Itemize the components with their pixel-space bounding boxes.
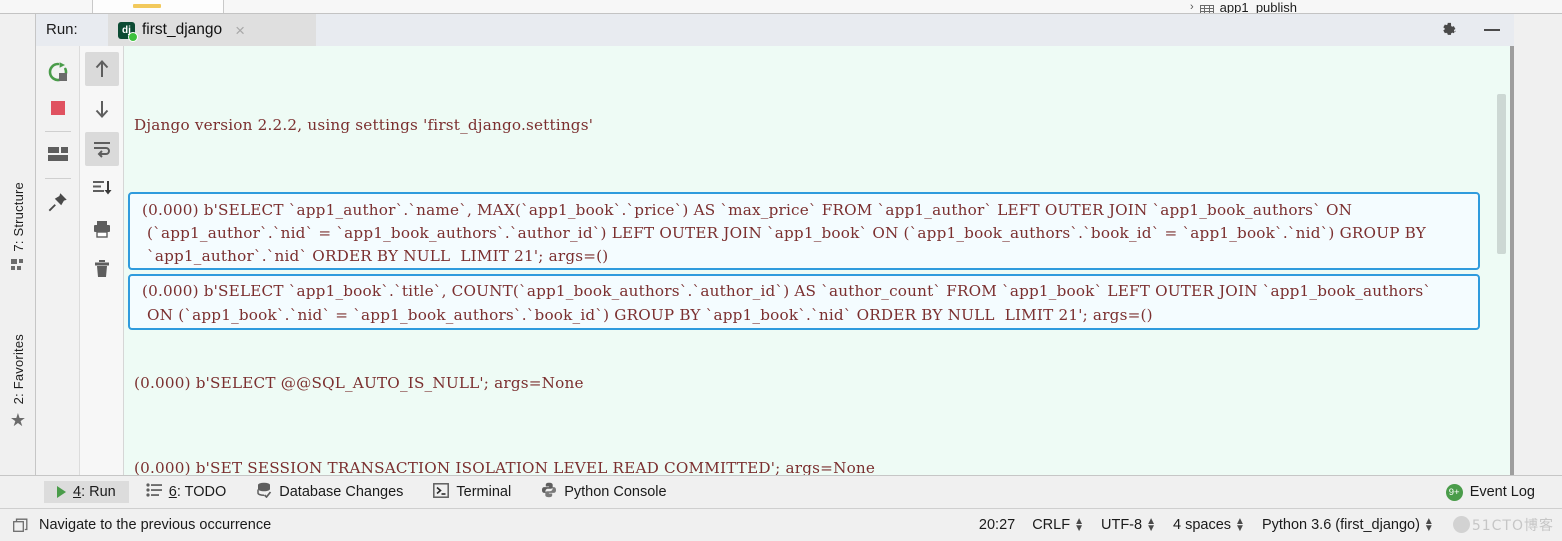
run-tab-label: first_django: [142, 21, 223, 38]
line-separator-selector[interactable]: CRLF ▲ ▼: [1032, 516, 1084, 534]
tab-run-number: 4: [73, 484, 82, 500]
event-log-badge: 9+: [1445, 483, 1463, 501]
chevron-updown-icon: ▲ ▼: [1235, 516, 1245, 534]
layout-grid-icon[interactable]: [40, 137, 76, 173]
watermark: 51CTO博客: [1451, 515, 1554, 535]
console-line: Django version 2.2.2, using settings 'fi…: [134, 116, 594, 135]
run-tool-window-header: Run: dj first_django ×: [36, 14, 1514, 46]
left-tool-window-bar: 7: Structure 2: Favorites ★: [0, 14, 36, 475]
indent-value: 4 spaces: [1172, 517, 1232, 533]
run-configuration-tab[interactable]: dj first_django ×: [108, 14, 316, 46]
sql-line: `app1_author`.`nid` ORDER BY NULL LIMIT …: [142, 247, 609, 265]
pin-icon[interactable]: [40, 184, 76, 220]
star-icon: ★: [9, 410, 27, 431]
favorites-label: 2: Favorites: [10, 334, 26, 405]
scroll-to-end-icon[interactable]: [85, 172, 119, 206]
sidebar-item-favorites[interactable]: 2: Favorites ★: [0, 334, 36, 429]
interpreter-value: Python 3.6 (first_django): [1261, 517, 1420, 533]
sidebar-item-structure[interactable]: 7: Structure: [0, 182, 36, 272]
sql-highlight-box-1[interactable]: (0.000) b'SELECT `app1_author`.`name`, M…: [128, 192, 1480, 270]
status-message: Navigate to the previous occurrence: [39, 517, 272, 533]
breadcrumb-label: app1_publish: [1219, 0, 1298, 14]
event-log-label: Event Log: [1469, 484, 1535, 500]
line-separator-value: CRLF: [1032, 517, 1071, 533]
structure-label: 7: Structure: [10, 182, 26, 252]
tab-run[interactable]: 4: Run: [44, 481, 129, 503]
encoding-selector[interactable]: UTF-8 ▲ ▼: [1100, 516, 1156, 534]
console-line: (0.000) b'SELECT @@SQL_AUTO_IS_NULL'; ar…: [134, 373, 584, 392]
toolbar-divider: [44, 178, 71, 179]
toolbar-divider: [44, 131, 71, 132]
rerun-green-icon[interactable]: [40, 54, 76, 90]
editor-tab-strip: › app1_publish: [0, 0, 1562, 14]
watermark-logo-icon: [1452, 516, 1470, 533]
tab-todo-label: : TODO: [176, 484, 227, 500]
tab-terminal[interactable]: Terminal: [420, 480, 524, 505]
caret-position[interactable]: 20:27: [979, 517, 1015, 533]
breadcrumb[interactable]: › app1_publish: [1190, 0, 1298, 14]
table-icon: [1199, 3, 1214, 13]
indent-selector[interactable]: 4 spaces ▲ ▼: [1172, 516, 1245, 534]
tab-python-console[interactable]: Python Console: [528, 479, 679, 505]
minimize-icon[interactable]: [1484, 29, 1500, 31]
close-icon[interactable]: ×: [235, 22, 245, 39]
event-log-button[interactable]: 9+ Event Log: [1433, 481, 1548, 504]
tab-todo-number: 6: [168, 484, 177, 500]
tab-terminal-label: Terminal: [456, 484, 512, 500]
run-header-actions: [1439, 14, 1500, 46]
tab-todo[interactable]: 6: TODO: [133, 480, 240, 504]
run-toolbar-primary: [36, 46, 80, 475]
trash-icon[interactable]: [85, 252, 119, 286]
bottom-tool-window-bar: 4: Run 6: TODO Database Changes Terminal…: [0, 475, 1562, 508]
run-play-icon: [57, 486, 66, 498]
sql-highlight-box-2[interactable]: (0.000) b'SELECT `app1_book`.`title`, CO…: [128, 274, 1480, 330]
tab-run-label: : Run: [81, 484, 116, 500]
tab-python-console-label: Python Console: [564, 484, 667, 500]
status-bar: Navigate to the previous occurrence 20:2…: [0, 508, 1562, 541]
chevron-updown-icon: ▲ ▼: [1074, 516, 1084, 534]
chevron-updown-icon: ▲ ▼: [1423, 516, 1434, 534]
sql-line: ON (`app1_book`.`nid` = `app1_book_autho…: [142, 306, 1153, 324]
interpreter-selector[interactable]: Python 3.6 (first_django) ▲ ▼: [1261, 516, 1434, 534]
todo-list-icon: [146, 483, 162, 501]
arrow-up-icon[interactable]: [84, 52, 119, 86]
stop-red-square-icon[interactable]: [40, 90, 76, 126]
run-label: Run:: [46, 21, 78, 38]
run-toolbar-secondary: [80, 46, 124, 475]
window-stack-icon[interactable]: [13, 518, 28, 533]
structure-icon: [10, 258, 26, 272]
tab-database-changes-label: Database Changes: [279, 484, 404, 500]
printer-icon[interactable]: [85, 212, 119, 246]
watermark-text: 51CTO博客: [1471, 518, 1554, 534]
console-line: (0.000) b'SET SESSION TRANSACTION ISOLAT…: [134, 459, 876, 475]
chevron-right-icon: ›: [1190, 1, 1194, 13]
editor-tab-partial[interactable]: [92, 0, 224, 13]
run-console-output[interactable]: Django version 2.2.2, using settings 'fi…: [124, 46, 1514, 475]
arrow-down-icon[interactable]: [85, 92, 119, 126]
django-icon: dj: [118, 21, 138, 42]
tab-database-changes[interactable]: Database Changes: [243, 479, 416, 505]
soft-wrap-icon[interactable]: [84, 132, 119, 166]
chevron-updown-icon: ▲ ▼: [1146, 516, 1156, 534]
gear-icon[interactable]: [1439, 21, 1458, 40]
database-icon: [256, 482, 272, 502]
console-vertical-scrollbar[interactable]: [1497, 94, 1506, 254]
pycharm-window: › app1_publish 7: Structure 2: Favorites…: [0, 0, 1562, 541]
terminal-icon: [433, 482, 450, 502]
console-right-edge: [1510, 46, 1514, 475]
python-icon: [541, 482, 557, 502]
encoding-value: UTF-8: [1100, 517, 1143, 533]
